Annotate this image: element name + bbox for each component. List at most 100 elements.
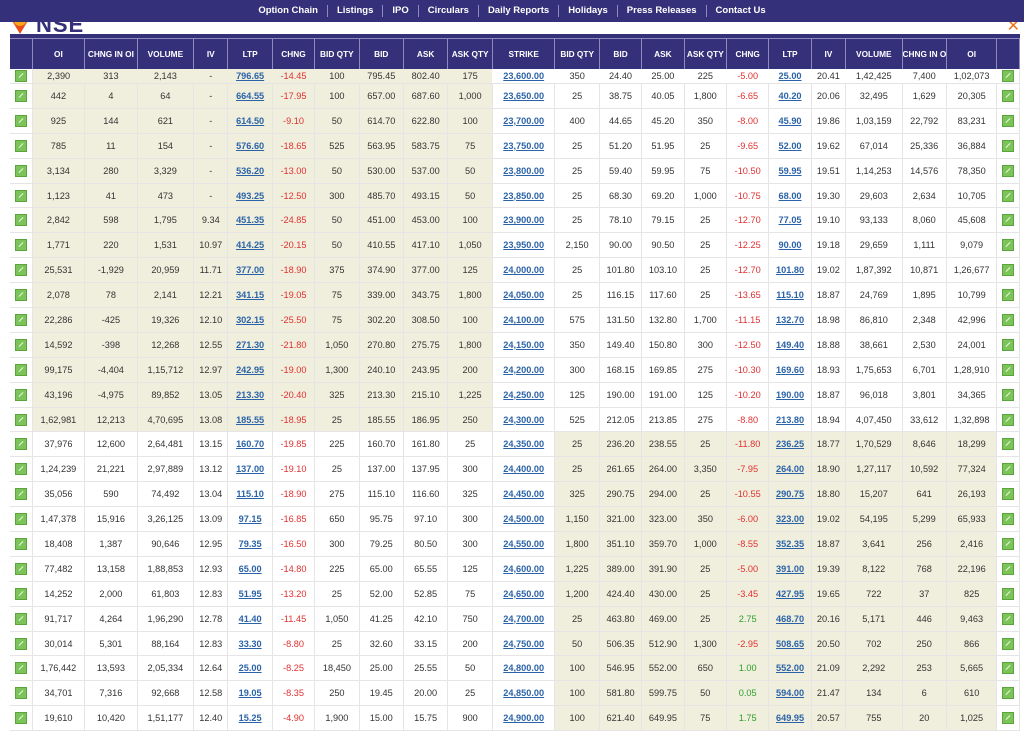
put-ltp-cell[interactable]: 427.95 [768, 581, 812, 607]
calls-chart-button[interactable] [10, 69, 33, 84]
calls-chart-button[interactable] [10, 581, 33, 607]
strike-price-cell[interactable]: 23,650.00 [492, 83, 556, 109]
call-ltp-cell[interactable]: 302.15 [227, 307, 273, 333]
puts-chart-button[interactable] [996, 655, 1020, 682]
call-ltp-cell[interactable]: 536.20 [227, 158, 273, 184]
put-ltp-cell[interactable]: 169.60 [768, 357, 812, 383]
strike-price-cell[interactable]: 24,350.00 [492, 431, 556, 458]
chart-icon[interactable] [1002, 513, 1015, 526]
calls-chart-button[interactable] [10, 332, 33, 358]
strike-price-cell[interactable]: 24,650.00 [492, 581, 556, 607]
puts-chart-button[interactable] [996, 69, 1020, 84]
calls-chart-button[interactable] [10, 606, 33, 632]
calls-chart-button[interactable] [10, 108, 33, 134]
chart-icon[interactable] [1001, 70, 1014, 82]
put-ltp-cell[interactable]: 115.10 [768, 282, 812, 309]
chart-icon[interactable] [14, 239, 27, 252]
put-ltp-cell[interactable]: 77.05 [768, 207, 812, 234]
puts-chart-button[interactable] [996, 232, 1020, 259]
strike-price-cell[interactable]: 23,800.00 [492, 158, 556, 184]
calls-chart-button[interactable] [10, 382, 33, 408]
strike-price-cell[interactable]: 24,500.00 [492, 506, 556, 533]
puts-chart-button[interactable] [996, 506, 1020, 533]
chart-icon[interactable] [1002, 612, 1015, 625]
put-ltp-cell[interactable]: 352.35 [768, 531, 812, 557]
chart-icon[interactable] [14, 70, 27, 82]
chart-icon[interactable] [1002, 338, 1015, 351]
put-ltp-cell[interactable]: 59.95 [768, 158, 812, 184]
calls-chart-button[interactable] [10, 556, 33, 582]
strike-price-cell[interactable]: 24,550.00 [492, 531, 556, 557]
chart-icon[interactable] [1002, 413, 1015, 426]
puts-chart-button[interactable] [996, 531, 1020, 557]
calls-header-chng-in-oi[interactable]: CHNG IN OI [84, 38, 138, 69]
nav-item-daily-reports[interactable]: Daily Reports [479, 5, 560, 17]
chart-icon[interactable] [1002, 662, 1015, 675]
chart-icon[interactable] [14, 214, 27, 227]
puts-chart-button[interactable] [996, 207, 1020, 234]
chart-icon[interactable] [14, 338, 27, 351]
put-ltp-cell[interactable]: 264.00 [768, 456, 812, 483]
chart-icon[interactable] [14, 637, 27, 650]
strike-price-cell[interactable]: 24,300.00 [492, 407, 556, 433]
nav-item-ipo[interactable]: IPO [383, 5, 419, 17]
strike-price-cell[interactable]: 24,250.00 [492, 382, 556, 408]
strike-price-cell[interactable]: 24,100.00 [492, 307, 556, 333]
calls-chart-button[interactable] [10, 531, 33, 557]
chart-icon[interactable] [14, 537, 27, 550]
calls-chart-button[interactable] [10, 183, 33, 209]
calls-chart-button[interactable] [10, 631, 33, 657]
put-ltp-cell[interactable]: 45.90 [768, 108, 812, 134]
call-ltp-cell[interactable]: 213.30 [227, 382, 273, 408]
strike-price-cell[interactable]: 24,000.00 [492, 257, 556, 284]
calls-chart-button[interactable] [10, 655, 33, 682]
chart-icon[interactable] [14, 488, 27, 501]
strike-price-cell[interactable]: 24,600.00 [492, 556, 556, 582]
puts-chart-button[interactable] [996, 108, 1020, 134]
put-ltp-cell[interactable]: 40.20 [768, 83, 812, 109]
call-ltp-cell[interactable]: 41.40 [227, 606, 273, 632]
chart-icon[interactable] [1002, 587, 1015, 600]
chart-icon[interactable] [14, 164, 27, 177]
chart-icon[interactable] [1002, 438, 1015, 451]
chart-icon[interactable] [1002, 89, 1015, 102]
puts-chart-button[interactable] [996, 456, 1020, 483]
chart-icon[interactable] [1002, 189, 1015, 202]
strike-price-cell[interactable]: 24,200.00 [492, 357, 556, 383]
call-ltp-cell[interactable]: 576.60 [227, 133, 273, 159]
calls-header-iv[interactable]: IV [193, 38, 229, 69]
strike-price-cell[interactable]: 23,600.00 [492, 69, 555, 84]
calls-chart-button[interactable] [10, 456, 33, 483]
puts-chart-button[interactable] [996, 556, 1020, 582]
puts-chart-button[interactable] [996, 257, 1020, 284]
calls-chart-button[interactable] [10, 207, 33, 234]
call-ltp-cell[interactable]: 796.65 [227, 69, 273, 84]
puts-chart-column-header[interactable] [996, 38, 1020, 69]
nav-item-contact-us[interactable]: Contact Us [707, 5, 775, 17]
calls-chart-button[interactable] [10, 307, 33, 333]
calls-chart-button[interactable] [10, 407, 33, 433]
strike-price-cell[interactable]: 24,750.00 [492, 631, 556, 657]
put-ltp-cell[interactable]: 552.00 [768, 655, 812, 682]
strike-price-cell[interactable]: 23,750.00 [492, 133, 556, 159]
puts-header-chng-in-oi[interactable]: CHNG IN OI [902, 38, 947, 69]
strike-price-cell[interactable]: 23,950.00 [492, 232, 556, 259]
puts-chart-button[interactable] [996, 83, 1020, 109]
chart-icon[interactable] [14, 612, 27, 625]
puts-chart-button[interactable] [996, 606, 1020, 632]
chart-icon[interactable] [14, 363, 27, 376]
call-ltp-cell[interactable]: 19.05 [227, 680, 273, 707]
put-ltp-cell[interactable]: 25.00 [768, 69, 812, 84]
put-ltp-cell[interactable]: 149.40 [768, 332, 812, 358]
chart-icon[interactable] [1002, 164, 1015, 177]
call-ltp-cell[interactable]: 414.25 [227, 232, 273, 259]
nav-item-circulars[interactable]: Circulars [419, 5, 479, 17]
put-ltp-cell[interactable]: 391.00 [768, 556, 812, 582]
chart-icon[interactable] [1002, 562, 1015, 575]
chart-icon[interactable] [14, 313, 27, 326]
calls-chart-button[interactable] [10, 481, 33, 508]
put-ltp-cell[interactable]: 290.75 [768, 481, 812, 508]
puts-header-bid[interactable]: BID [599, 38, 643, 69]
chart-icon[interactable] [14, 264, 27, 277]
chart-icon[interactable] [1002, 488, 1015, 501]
